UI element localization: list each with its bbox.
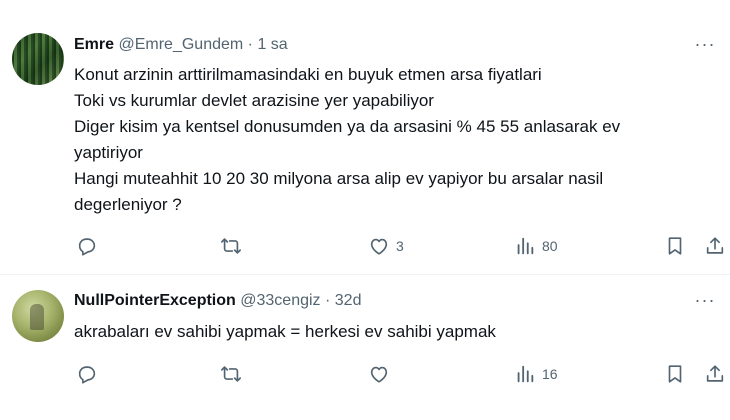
view-count: 80 — [542, 238, 558, 254]
action-bar: 16 — [74, 362, 724, 386]
share-icon — [706, 365, 724, 382]
retweet-button[interactable] — [220, 362, 242, 386]
heart-icon — [370, 366, 388, 383]
tweet[interactable]: NullPointerException @33cengiz · 32d ···… — [0, 276, 730, 420]
retweet-icon — [221, 366, 241, 382]
tweet-text: akrabaları ev sahibi yapmak = herkesi ev… — [74, 319, 684, 345]
more-options-icon[interactable]: ··· — [690, 290, 720, 310]
reply-button[interactable] — [76, 234, 98, 258]
tweet-header: NullPointerException @33cengiz · 32d — [74, 292, 361, 310]
like-count: 3 — [396, 238, 404, 254]
bookmark-icon — [668, 237, 682, 255]
like-button[interactable]: 3 — [368, 234, 404, 258]
tweet-text-line: Hangi muteahhit 10 20 30 milyona arsa al… — [74, 169, 604, 188]
reply-icon — [78, 238, 96, 256]
timestamp[interactable]: 1 sa — [257, 36, 287, 53]
author-handle[interactable]: @Emre_Gundem — [118, 36, 243, 53]
bookmark-button[interactable] — [664, 234, 686, 258]
avatar[interactable] — [12, 290, 64, 342]
view-count: 16 — [542, 366, 558, 382]
tweet[interactable]: Emre @Emre_Gundem · 1 sa ··· Konut arzin… — [0, 0, 730, 275]
bookmark-button[interactable] — [664, 362, 686, 386]
bookmark-icon — [668, 365, 682, 383]
views-button[interactable]: 80 — [514, 234, 558, 258]
author-name[interactable]: Emre — [74, 36, 114, 53]
action-bar: 3 80 — [74, 234, 724, 258]
tweet-text-line: degerleniyor ? — [74, 195, 182, 214]
tweet-text: Konut arzinin arttirilmamasindaki en buy… — [74, 62, 684, 218]
tweet-text-line: Toki vs kurumlar devlet arazisine yer ya… — [74, 91, 434, 110]
views-icon — [517, 365, 534, 383]
author-handle[interactable]: @33cengiz — [240, 292, 320, 309]
heart-icon — [370, 238, 388, 255]
tweet-text-line: Konut arzinin arttirilmamasindaki en buy… — [74, 65, 542, 84]
tweet-header: Emre @Emre_Gundem · 1 sa — [74, 36, 288, 54]
views-button[interactable]: 16 — [514, 362, 558, 386]
retweet-icon — [221, 238, 241, 254]
author-name[interactable]: NullPointerException — [74, 292, 236, 309]
tweet-text-line: Diger kisim ya kentsel donusumden ya da … — [74, 117, 621, 136]
views-icon — [517, 237, 534, 255]
share-button[interactable] — [704, 234, 726, 258]
tweet-text-line: akrabaları ev sahibi yapmak = herkesi ev… — [74, 322, 496, 341]
share-icon — [706, 237, 724, 254]
reply-button[interactable] — [76, 362, 98, 386]
timestamp[interactable]: 32d — [335, 292, 362, 309]
separator-dot: · — [325, 292, 331, 309]
separator-dot: · — [247, 36, 253, 53]
retweet-button[interactable] — [220, 234, 242, 258]
more-options-icon[interactable]: ··· — [690, 34, 720, 54]
share-button[interactable] — [704, 362, 726, 386]
tweet-text-line: yaptiriyor — [74, 143, 143, 162]
like-button[interactable] — [368, 362, 390, 386]
avatar[interactable] — [12, 33, 64, 85]
reply-icon — [78, 366, 96, 384]
